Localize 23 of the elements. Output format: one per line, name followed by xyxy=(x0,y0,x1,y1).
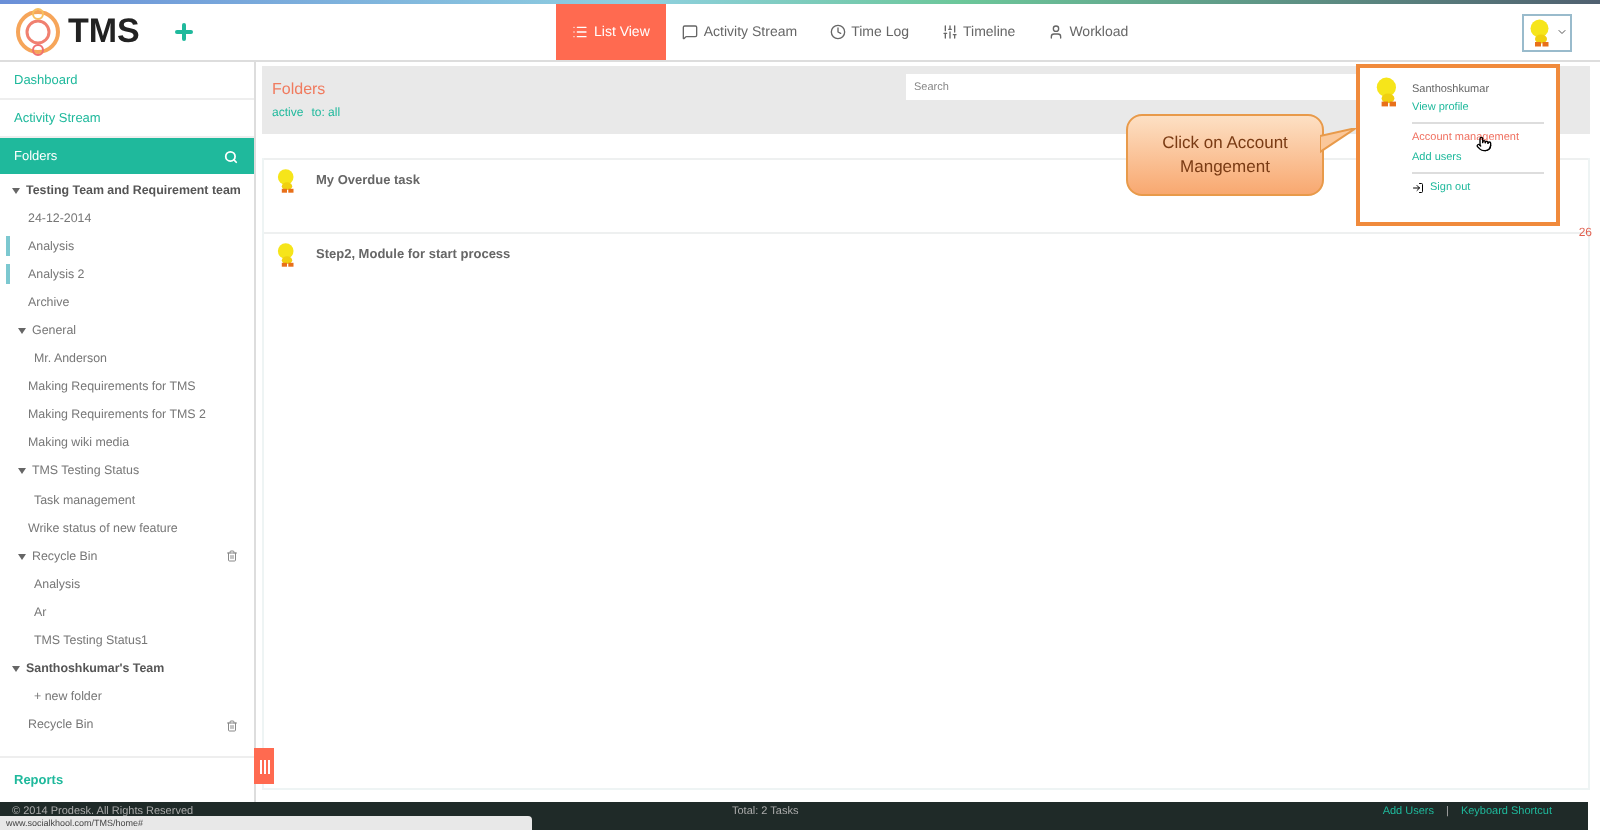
caret-icon[interactable] xyxy=(12,187,20,194)
avatar-button[interactable] xyxy=(1522,13,1572,51)
splitter-handle[interactable] xyxy=(254,748,274,784)
logo-icon xyxy=(12,8,64,56)
list-icon xyxy=(572,24,588,40)
search-icon[interactable] xyxy=(224,149,238,163)
user-icon xyxy=(1047,24,1064,40)
caret-icon[interactable] xyxy=(18,553,26,560)
sign-out-icon xyxy=(1412,182,1424,194)
caret-icon[interactable] xyxy=(18,328,26,335)
avatar-icon xyxy=(274,242,300,268)
add-icon[interactable] xyxy=(171,20,196,44)
avatar-icon xyxy=(274,168,300,194)
logo-text: TMS xyxy=(68,12,140,52)
page-title: Folders xyxy=(272,80,326,98)
comment-icon xyxy=(681,24,698,40)
trash-icon[interactable] xyxy=(226,719,238,732)
trash-icon[interactable] xyxy=(226,550,238,563)
sliders-icon xyxy=(941,24,957,40)
caret-icon xyxy=(1556,26,1568,38)
clock-icon xyxy=(829,24,846,40)
caret-icon[interactable] xyxy=(12,666,20,673)
caret-icon[interactable] xyxy=(18,468,26,475)
